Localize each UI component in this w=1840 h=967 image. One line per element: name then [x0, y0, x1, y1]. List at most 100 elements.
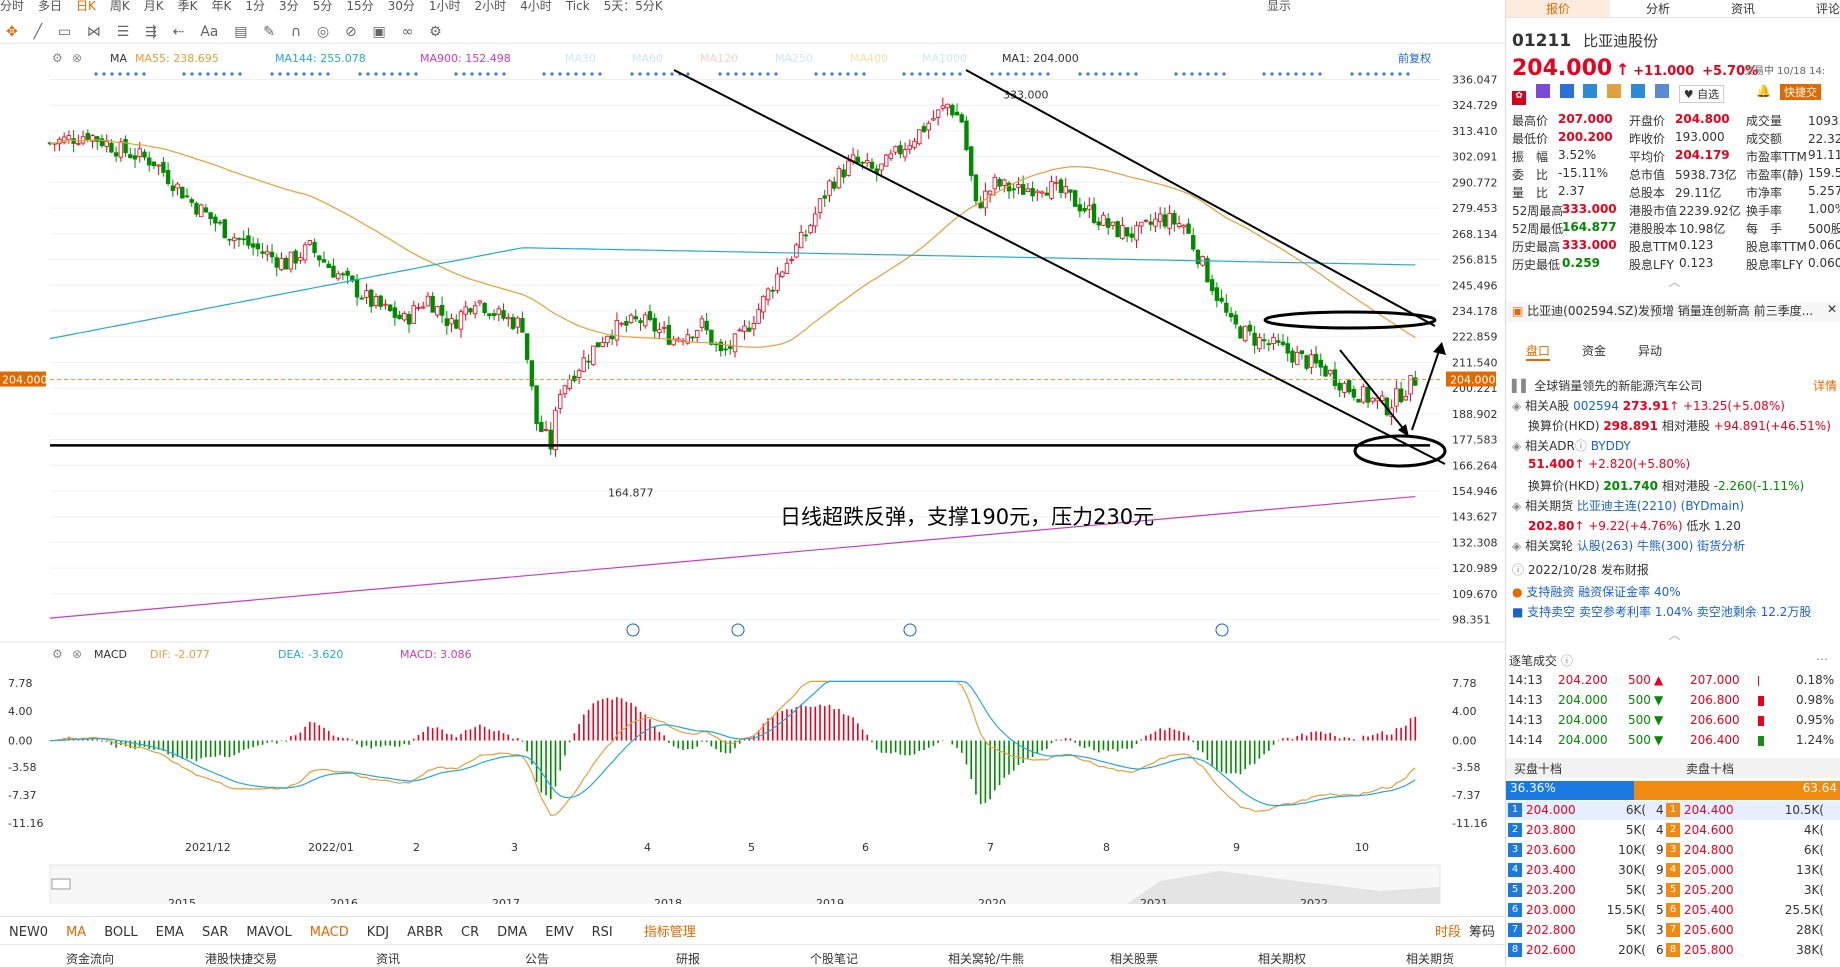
event-marker[interactable]: [1270, 72, 1274, 76]
indicator-tab[interactable]: MACD: [310, 925, 349, 940]
indicator-tab[interactable]: BOLL: [104, 925, 137, 940]
event-marker[interactable]: [1382, 72, 1386, 76]
event-marker[interactable]: [854, 72, 858, 76]
event-marker[interactable]: [1110, 72, 1114, 76]
event-marker[interactable]: [286, 72, 290, 76]
a-share-code[interactable]: 002594: [1573, 399, 1619, 413]
bottom-nav-item[interactable]: 个股笔记: [810, 950, 858, 967]
ask-price[interactable]: 204.400: [1684, 803, 1734, 817]
event-marker[interactable]: [110, 72, 114, 76]
event-marker[interactable]: [774, 72, 778, 76]
event-marker[interactable]: [846, 72, 850, 76]
ruler-icon[interactable]: ▤: [234, 24, 247, 40]
event-marker[interactable]: [486, 72, 490, 76]
period-tab[interactable]: 1分: [245, 0, 265, 12]
event-marker[interactable]: [390, 72, 394, 76]
event-marker[interactable]: [646, 72, 650, 76]
help-icon[interactable]: ⓘ: [1561, 654, 1573, 668]
link-icon[interactable]: ∞: [402, 24, 414, 40]
adr-code[interactable]: BYDDY: [1591, 439, 1631, 453]
futures-row[interactable]: ◈ 相关期货 比亚迪主连(2210) (BYDmain): [1512, 497, 1837, 514]
event-marker[interactable]: [590, 72, 594, 76]
indicator-manage-button[interactable]: 指标管理: [644, 921, 696, 940]
arrow-tool-icon[interactable]: ⇠: [173, 24, 185, 40]
event-marker[interactable]: [1206, 72, 1210, 76]
event-marker[interactable]: [1198, 72, 1202, 76]
bell-icon[interactable]: 🔔: [1756, 84, 1771, 98]
indicator-tab[interactable]: DMA: [497, 925, 527, 940]
event-marker[interactable]: [1102, 72, 1106, 76]
adr-row[interactable]: ◈ 相关ADRⓘ BYDDY: [1512, 437, 1837, 454]
event-marker[interactable]: [566, 72, 570, 76]
period-tab[interactable]: 月K: [144, 0, 164, 12]
sub-tab[interactable]: 盘口: [1526, 342, 1551, 361]
event-marker[interactable]: [270, 72, 274, 76]
bottom-nav-item[interactable]: 资金流向: [66, 950, 114, 967]
bottom-nav-item[interactable]: 相关窝轮/牛熊: [948, 950, 1024, 967]
event-marker[interactable]: [1286, 72, 1290, 76]
event-marker[interactable]: [814, 72, 818, 76]
indicator-tab[interactable]: CR: [461, 925, 479, 940]
text-tool-icon[interactable]: Aa: [200, 24, 218, 40]
event-marker[interactable]: [822, 72, 826, 76]
bid-price[interactable]: 202.600: [1526, 943, 1576, 957]
event-marker[interactable]: [742, 72, 746, 76]
quote-tab[interactable]: 报价: [1506, 0, 1611, 17]
bottom-nav-item[interactable]: 相关期货: [1406, 950, 1454, 967]
quick-trade-button[interactable]: 快捷交: [1780, 84, 1821, 100]
event-marker[interactable]: [998, 72, 1002, 76]
event-marker[interactable]: [910, 72, 914, 76]
magnet-icon[interactable]: ∩: [291, 24, 301, 40]
trendline-lower[interactable]: [673, 69, 1446, 465]
pen-icon[interactable]: ✎: [263, 24, 275, 40]
event-marker[interactable]: [598, 72, 602, 76]
event-marker[interactable]: [758, 72, 762, 76]
event-marker[interactable]: [654, 72, 658, 76]
event-marker[interactable]: [942, 72, 946, 76]
period-tab[interactable]: 15分: [346, 0, 373, 12]
ask-price[interactable]: 205.200: [1684, 883, 1734, 897]
kline-chart[interactable]: 336.047 324.729 313.410 302.091 290.772 279.4…: [0, 44, 1505, 910]
event-marker[interactable]: [918, 72, 922, 76]
event-marker[interactable]: [182, 72, 186, 76]
arrow-up[interactable]: [1411, 347, 1441, 431]
quote-tab[interactable]: 评论: [1816, 0, 1840, 17]
collapse-icon[interactable]: ︿: [1512, 273, 1837, 290]
event-marker[interactable]: [934, 72, 938, 76]
event-marker[interactable]: [230, 72, 234, 76]
period-tab[interactable]: 5分: [313, 0, 333, 12]
event-marker[interactable]: [686, 72, 690, 76]
event-marker[interactable]: [950, 72, 954, 76]
event-marker[interactable]: [990, 72, 994, 76]
lock-icon[interactable]: ▣: [373, 24, 386, 40]
fib-tool-icon[interactable]: ⋈: [87, 24, 101, 40]
event-marker[interactable]: [1374, 72, 1378, 76]
event-marker[interactable]: [118, 72, 122, 76]
event-marker[interactable]: [406, 72, 410, 76]
event-marker[interactable]: [766, 72, 770, 76]
event-marker[interactable]: [126, 72, 130, 76]
sub-tab[interactable]: 异动: [1638, 342, 1662, 359]
warrants-cbbc-link[interactable]: 牛熊(300): [1637, 539, 1693, 553]
ask-price[interactable]: 205.400: [1684, 903, 1734, 917]
eye-icon[interactable]: ◎: [317, 24, 329, 40]
event-icon[interactable]: [626, 623, 640, 637]
event-marker[interactable]: [670, 72, 674, 76]
trendline-upper[interactable]: [965, 69, 1436, 327]
tag-icon-6[interactable]: [1654, 84, 1669, 98]
event-marker[interactable]: [1262, 72, 1266, 76]
event-icon[interactable]: [731, 623, 745, 637]
line-tool-icon[interactable]: ╱: [34, 24, 42, 40]
event-marker[interactable]: [1030, 72, 1034, 76]
warrants-call-link[interactable]: 认股(263): [1577, 539, 1633, 553]
bottom-nav-item[interactable]: 相关期权: [1258, 950, 1306, 967]
event-marker[interactable]: [718, 72, 722, 76]
event-marker[interactable]: [1294, 72, 1298, 76]
indicator-tab[interactable]: ARBR: [407, 925, 443, 940]
crosshair-icon[interactable]: ✥: [6, 24, 18, 40]
event-marker[interactable]: [454, 72, 458, 76]
chart-option[interactable]: 筹码: [1469, 921, 1495, 940]
event-marker[interactable]: [726, 72, 730, 76]
event-marker[interactable]: [222, 72, 226, 76]
period-tab[interactable]: 2小时: [475, 0, 507, 12]
